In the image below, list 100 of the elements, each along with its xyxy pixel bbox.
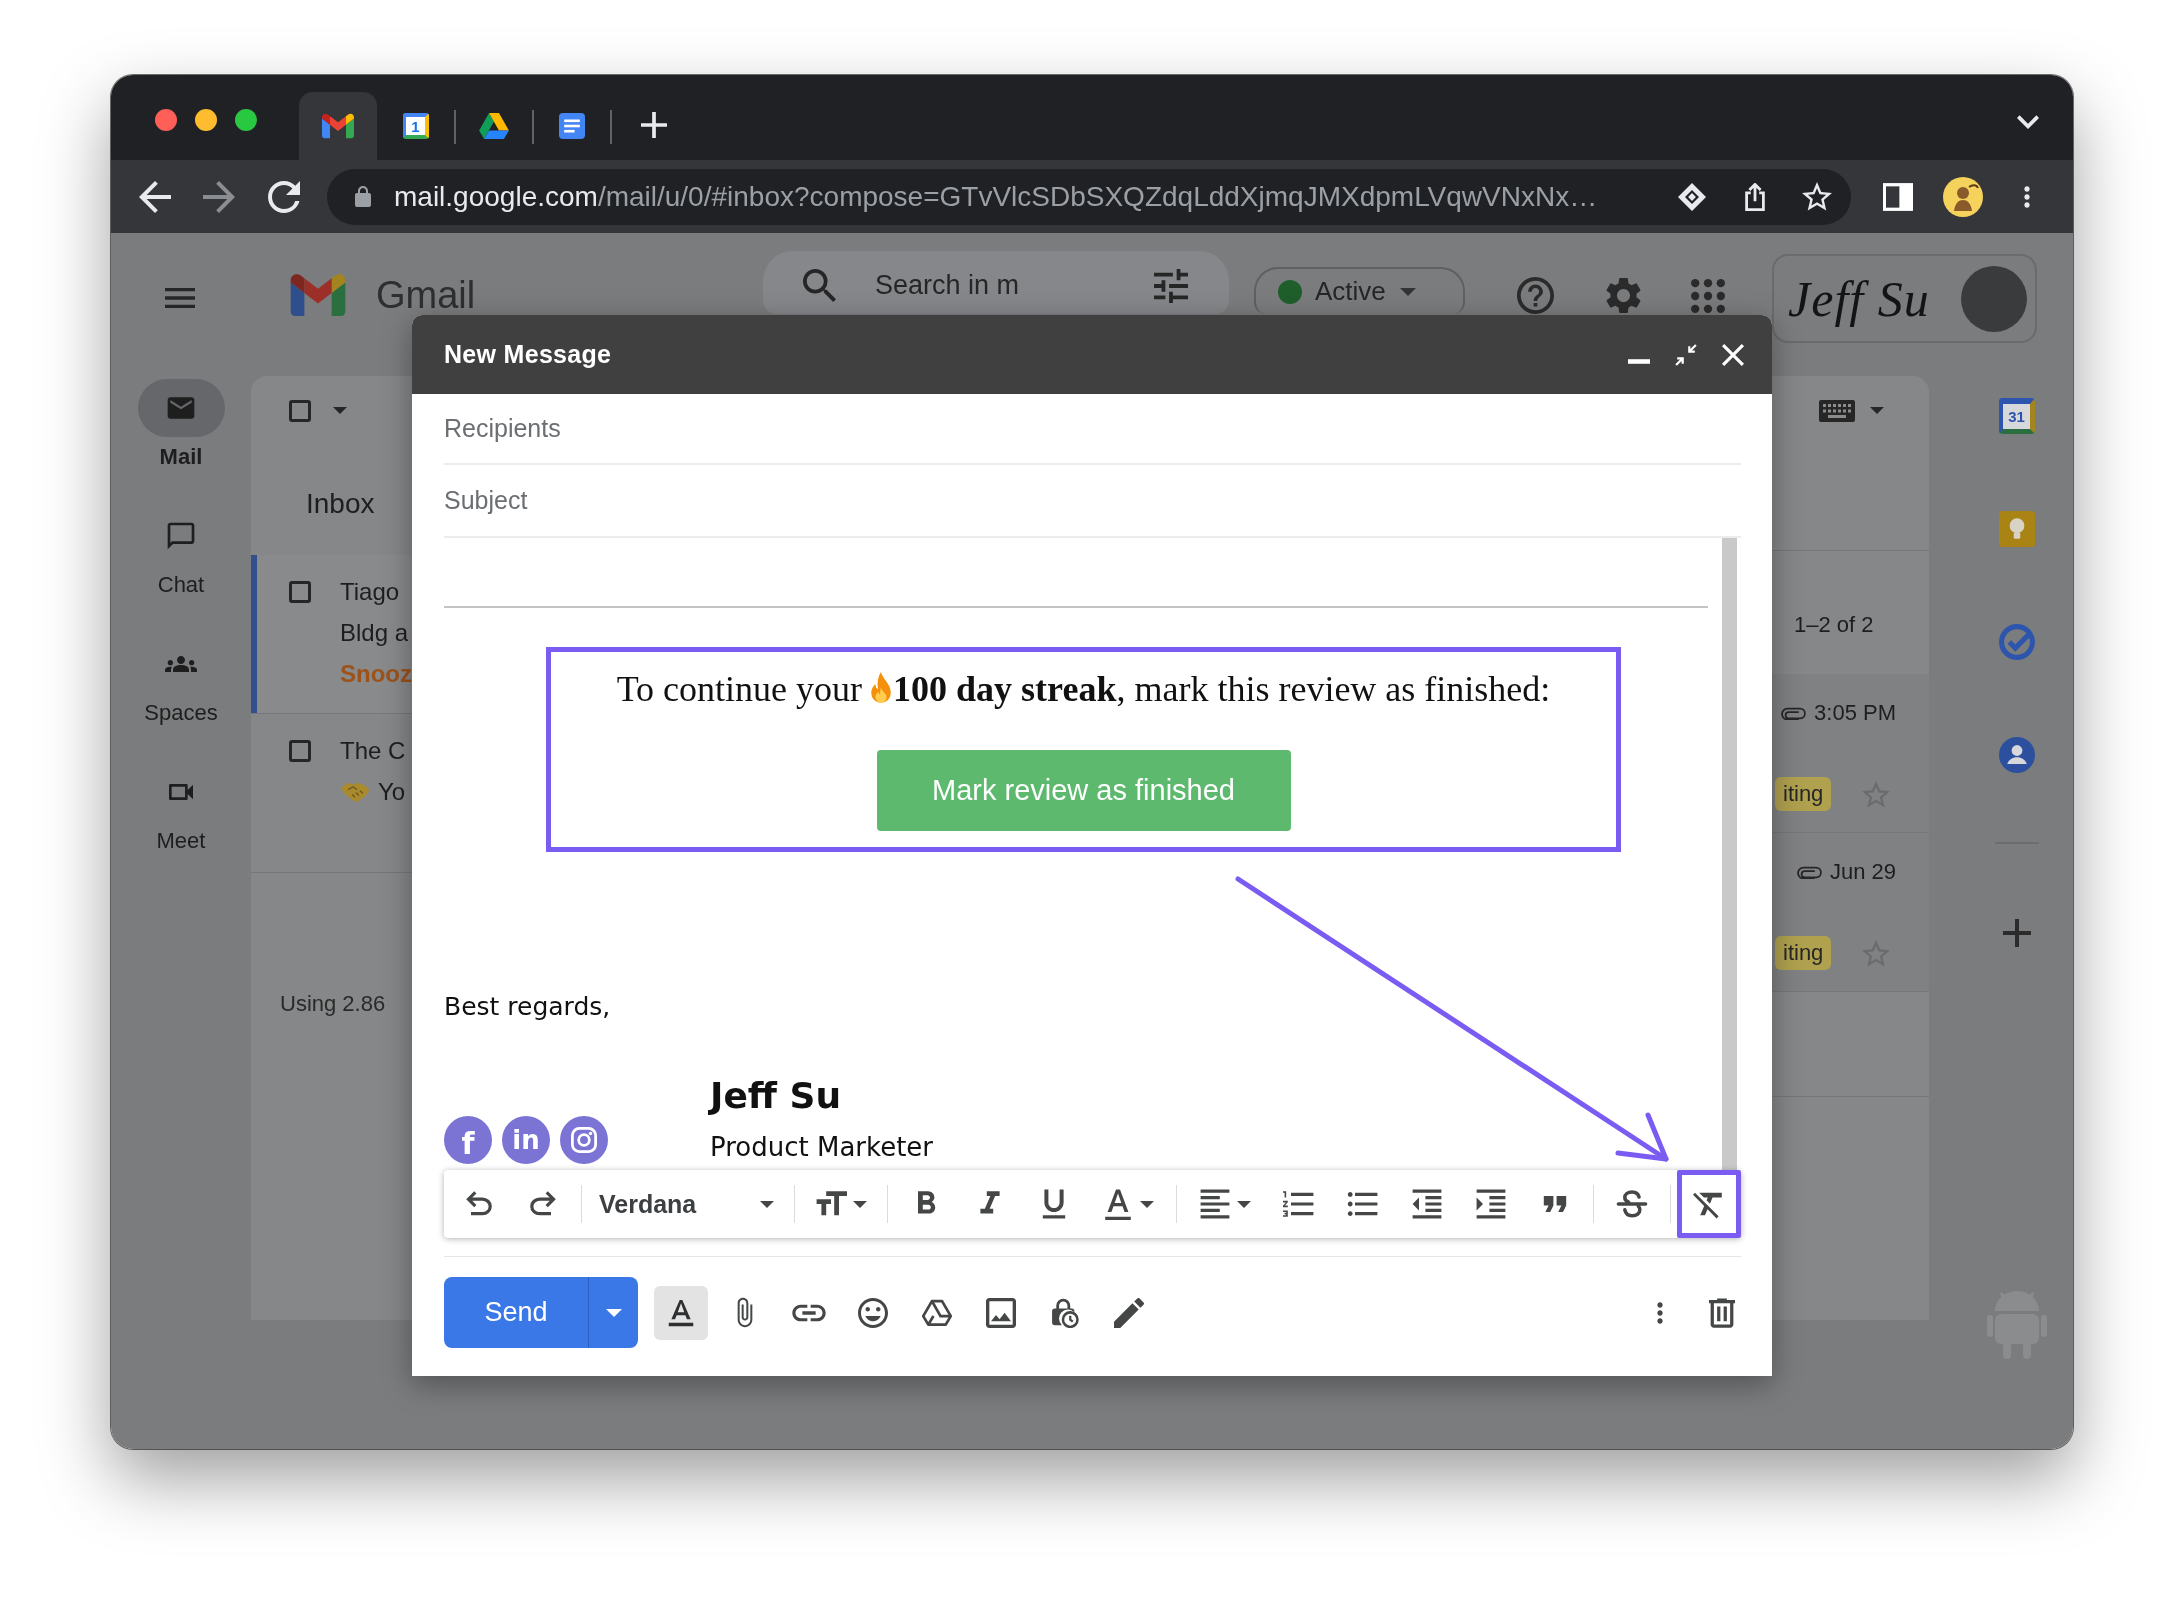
caret-icon <box>605 1308 622 1317</box>
email-time: 3:05 PM <box>1814 699 1896 727</box>
browser-tab[interactable]: 1 <box>377 92 455 160</box>
subject-field[interactable]: Subject <box>444 465 1741 538</box>
plus-icon[interactable] <box>641 112 667 138</box>
search-icon[interactable] <box>803 268 837 303</box>
select-all-checkbox[interactable] <box>289 399 311 422</box>
pen-icon[interactable] <box>1114 1297 1144 1328</box>
app-name: Gmail <box>376 275 476 315</box>
send-options-button[interactable] <box>588 1277 638 1348</box>
label-tag: iting <box>1775 777 1832 811</box>
bookmark-star-icon[interactable] <box>1802 182 1832 211</box>
callout-text: 100 day streak, mark this review as finished: <box>893 668 1551 711</box>
numbered-list-icon <box>1283 1188 1315 1220</box>
email-time: Jun 29 <box>1829 858 1896 886</box>
caret-icon[interactable] <box>333 407 347 414</box>
strikethrough-icon <box>1616 1188 1648 1220</box>
email-row[interactable]: 3:05 PM iting <box>1772 674 1929 833</box>
indent-less-icon <box>1411 1188 1443 1220</box>
paperclip-icon[interactable] <box>737 1297 753 1328</box>
closing-text: Best regards, <box>444 992 611 1021</box>
calendar-icon: 1 <box>403 113 429 139</box>
zoom-window-button[interactable] <box>235 109 257 131</box>
keyboard-icon[interactable] <box>1819 399 1855 422</box>
back-arrow-icon[interactable] <box>139 180 171 213</box>
email-row[interactable]: Tiago Bldg a Snooz <box>251 555 412 714</box>
linkedin-link[interactable]: in <box>502 1116 550 1164</box>
email-subject: Yo <box>378 777 406 807</box>
compose-title: New Message <box>444 340 612 369</box>
menu-icon[interactable] <box>165 288 195 308</box>
close-window-button[interactable] <box>155 109 177 131</box>
status-dot-icon <box>1278 279 1302 304</box>
reload-icon[interactable] <box>268 180 300 213</box>
align-icon <box>1199 1188 1231 1220</box>
triangle-outline-icon[interactable] <box>922 1297 952 1328</box>
signature-title: Product Marketer <box>710 1131 934 1164</box>
row-checkbox[interactable] <box>289 740 311 762</box>
text-color-icon <box>1102 1188 1134 1220</box>
mail-logo-icon <box>322 113 354 139</box>
camera-icon <box>571 1127 597 1153</box>
diamond-icon[interactable] <box>1678 182 1706 211</box>
inbox-tab[interactable]: Inbox <box>306 490 375 518</box>
sender-name: The C <box>340 736 406 766</box>
text-format-icon <box>667 1297 695 1328</box>
triangle-logo-icon <box>478 113 510 139</box>
document-icon <box>556 113 588 139</box>
profile-avatar[interactable] <box>1943 176 1983 217</box>
snooze-label: Snooz <box>340 659 412 689</box>
font-select[interactable]: Verdana <box>588 1175 788 1233</box>
email-row[interactable]: Jun 29 iting <box>1772 833 1929 992</box>
page-count: 1–2 of 2 <box>1794 611 1874 639</box>
caret-icon <box>1399 287 1416 296</box>
scrollbar[interactable] <box>1722 538 1737 1170</box>
account-switcher[interactable]: Jeff Su <box>1772 254 2037 343</box>
nav-item[interactable]: Spaces <box>137 635 225 727</box>
storage-usage-text: Using 2.86 <box>280 990 386 1018</box>
image-icon[interactable] <box>986 1297 1016 1328</box>
callout-text: To continue your <box>616 668 863 711</box>
person-circle-icon[interactable] <box>1999 737 2035 773</box>
send-button[interactable]: Send <box>444 1277 588 1348</box>
row-checkbox[interactable] <box>289 581 311 603</box>
forward-arrow-icon[interactable] <box>203 180 235 213</box>
clear-formatting-button[interactable] <box>1677 1170 1741 1238</box>
exit-full-screen-icon[interactable] <box>1675 343 1697 366</box>
instagram-link[interactable] <box>560 1116 608 1164</box>
signature-name: Jeff Su <box>710 1074 842 1118</box>
formatting-options-button[interactable] <box>654 1285 708 1340</box>
caret-icon[interactable] <box>1870 407 1884 414</box>
lock-clock-icon[interactable] <box>1050 1297 1080 1328</box>
caret-icon <box>1140 1200 1154 1208</box>
email-subject: Bldg a <box>340 618 409 648</box>
address-field[interactable]: mail.google.com/mail/u/0/#inbox?compose=GTvVlcSDbSXQZdqLddXjmqJMXdpmLVqwVNxNx… <box>327 168 1851 225</box>
caret-icon <box>760 1200 774 1208</box>
check-circle-icon[interactable] <box>1999 624 2035 660</box>
filter-sliders-icon[interactable] <box>1154 268 1188 303</box>
mail-logo-icon[interactable] <box>290 274 346 316</box>
calendar-app-button[interactable]: 31 <box>1999 398 2035 434</box>
caret-icon <box>1237 1200 1251 1208</box>
sender-name: Tiago <box>340 577 400 607</box>
browser-tab[interactable] <box>299 92 377 160</box>
indent-more-icon <box>1475 1188 1507 1220</box>
caret-icon <box>853 1200 867 1208</box>
trash-icon[interactable] <box>1709 1297 1735 1328</box>
smiley-icon[interactable] <box>858 1297 888 1328</box>
mark-finished-button[interactable]: Mark review as finished <box>876 750 1291 831</box>
nav-item[interactable]: Meet <box>137 763 225 855</box>
link-icon[interactable] <box>792 1302 826 1323</box>
apps-grid-icon[interactable] <box>1691 279 1725 313</box>
chevron-down-icon[interactable] <box>2017 115 2039 129</box>
nav-item[interactable]: Chat <box>137 507 225 599</box>
sidebar-panel-icon[interactable] <box>1883 182 1913 211</box>
minimize-window-button[interactable] <box>195 109 217 131</box>
help-icon[interactable] <box>1517 277 1554 314</box>
label-tag: iting <box>1775 936 1832 970</box>
facebook-link[interactable]: f <box>444 1116 492 1164</box>
lock-icon[interactable] <box>355 186 371 207</box>
search-field[interactable]: Search in m <box>763 251 1229 314</box>
recipients-field[interactable]: Recipients <box>444 394 1741 465</box>
settings-icon[interactable] <box>1605 277 1642 314</box>
close-icon[interactable] <box>1722 343 1744 366</box>
